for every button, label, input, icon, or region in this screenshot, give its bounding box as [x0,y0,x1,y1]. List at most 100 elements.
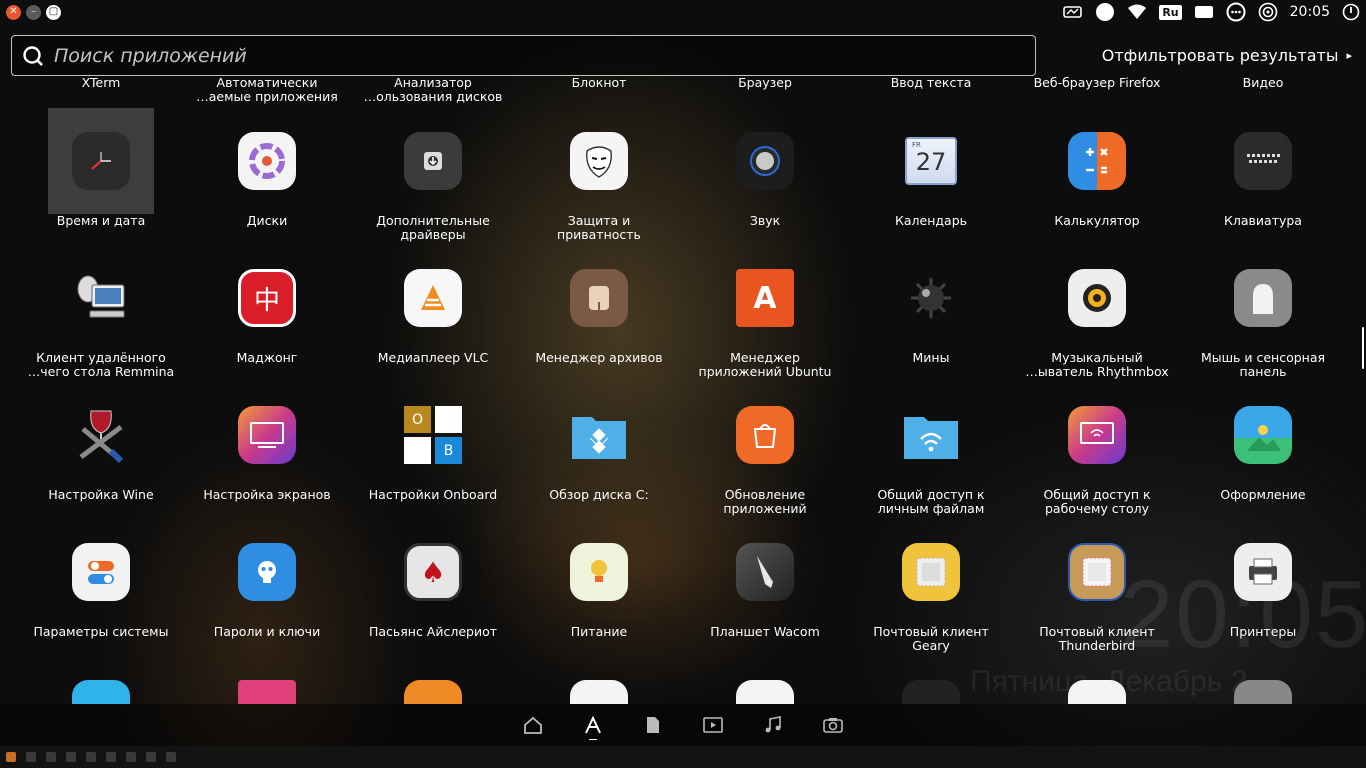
app-label[interactable]: Анализатор …ользования дисков [350,76,516,104]
mask-icon [570,132,628,190]
power-icon[interactable] [1342,3,1360,21]
close-icon[interactable]: ✕ [6,4,21,20]
app-tile-rhythmbox[interactable]: Музыкальный …ыватель Rhythmbox [1014,245,1180,382]
app-tile-calendar[interactable]: FR 27 Календарь [848,108,1014,245]
chat-icon[interactable] [1226,2,1246,22]
scrollbar[interactable] [1362,327,1364,369]
app-tile-time-date[interactable]: Время и дата [18,108,184,245]
app-tile-partial[interactable] [350,656,516,704]
minimize-icon[interactable]: – [26,4,41,20]
app-tile-mines[interactable]: Мины [848,245,1014,382]
search-bar[interactable] [11,35,1036,76]
applications-lens-icon[interactable] [563,704,623,746]
panel-clock[interactable]: 20:05 [1290,4,1330,20]
app-tile-personal-file-sharing[interactable]: Общий доступ к личным файлам [848,382,1014,519]
app-label[interactable]: Веб-браузер Firefox [1014,76,1180,90]
maximize-icon[interactable]: ▢ [46,4,61,20]
launcher-icon[interactable] [6,752,16,762]
music-lens-icon[interactable] [743,704,803,746]
app-tile-partial[interactable] [184,656,350,704]
photos-lens-icon[interactable] [803,704,863,746]
app-tile-archive-manager[interactable]: Менеджер архивов [516,245,682,382]
settings-toggles-icon [72,543,130,601]
app-tile-calculator[interactable]: Калькулятор [1014,108,1180,245]
app-tile-wine-config[interactable]: Настройка Wine [18,382,184,519]
mail-stamp-icon [1068,543,1126,601]
workspace-indicator[interactable] [66,752,76,762]
app-tile-power[interactable]: Питание [516,519,682,656]
app-label: Клиент удалённого …чего стола Remmina [27,350,175,379]
search-input[interactable] [54,44,1035,67]
app-label[interactable]: XTerm [18,76,184,90]
wifi-icon[interactable] [1127,4,1147,20]
home-lens-icon[interactable] [503,704,563,746]
app-tile-partial[interactable] [682,656,848,704]
app-tile-keyboard[interactable]: Клавиатура [1180,108,1346,245]
workspace-indicator[interactable] [26,752,36,762]
skull-key-icon [238,543,296,601]
app-tile-remmina[interactable]: Клиент удалённого …чего стола Remmina [18,245,184,382]
app-tile-ubuntu-software[interactable]: A Менеджер приложений Ubuntu [682,245,848,382]
app-tile-partial[interactable] [1180,656,1346,704]
app-tile-additional-drivers[interactable]: Дополнительные драйверы [350,108,516,245]
app-tile-aisleriot[interactable]: ♠ Пасьянс Айслериот [350,519,516,656]
workspace-indicator[interactable] [166,752,176,762]
mine-icon [902,269,960,327]
battery-icon[interactable] [1063,5,1083,19]
app-tile-wacom-tablet[interactable]: Планшет Wacom [682,519,848,656]
battery-status-icon[interactable] [1194,5,1214,19]
vlc-cone-icon [404,269,462,327]
app-tile-sound[interactable]: Звук [682,108,848,245]
app-tile-partial[interactable] [848,656,1014,704]
app-label[interactable]: Браузер [682,76,848,90]
app-tile-onboard-settings[interactable]: O B Настройки Onboard [350,382,516,519]
keyboard-icon [1234,132,1292,190]
app-tile-mouse-touchpad[interactable]: Мышь и сенсорная панель [1180,245,1346,382]
app-label: Музыкальный …ыватель Rhythmbox [1025,350,1169,379]
app-label: Настройка экранов [203,487,331,502]
spade-card-icon: ♠ [404,543,462,601]
mail-stamp-icon [902,543,960,601]
app-tile-printers[interactable]: Принтеры [1180,519,1346,656]
app-tile-vlc[interactable]: Медиаплеер VLC [350,245,516,382]
app-tile-software-updater[interactable]: Обновление приложений [682,382,848,519]
app-tile-system-settings[interactable]: Параметры системы [18,519,184,656]
app-tile-desktop-sharing[interactable]: Общий доступ к рабочему столу [1014,382,1180,519]
app-label: Мины [912,350,950,365]
sound-icon[interactable] [1258,2,1278,22]
calendar-icon: FR 27 [902,132,960,190]
app-label: Календарь [895,213,967,228]
app-tile-passwords-keys[interactable]: Пароли и ключи [184,519,350,656]
video-lens-icon[interactable] [683,704,743,746]
app-label: Питание [570,624,628,639]
app-label: Звук [749,213,781,228]
workspace-indicator[interactable] [126,752,136,762]
app-tile-privacy[interactable]: Защита и приватность [516,108,682,245]
app-tile-partial[interactable] [18,656,184,704]
app-row: Параметры системы Пароли и ключи ♠ Пасья… [18,519,1346,656]
workspace-indicator[interactable] [106,752,116,762]
onboard-key-b: B [435,437,462,464]
app-tile-displays[interactable]: Настройка экранов [184,382,350,519]
app-tile-drive-c[interactable]: Обзор диска C: [516,382,682,519]
app-label[interactable]: Автоматически …аемые приложения [184,76,350,104]
workspace-indicator[interactable] [86,752,96,762]
workspace-indicator[interactable] [46,752,56,762]
filter-results-button[interactable]: Отфильтровать результаты ▸ [1102,46,1352,65]
app-label[interactable]: Блокнот [516,76,682,90]
app-label: Настройки Onboard [368,487,498,502]
app-tile-thunderbird[interactable]: Почтовый клиент Thunderbird [1014,519,1180,656]
app-tile-partial[interactable] [516,656,682,704]
keyboard-layout-indicator[interactable]: Ru [1159,4,1182,20]
app-tile-mahjongg[interactable]: 中 Маджонг [184,245,350,382]
app-label[interactable]: Ввод текста [848,76,1014,90]
files-lens-icon[interactable] [623,704,683,746]
app-tile-appearance[interactable]: Оформление [1180,382,1346,519]
app-label[interactable]: Видео [1180,76,1346,90]
app-tile-disks[interactable]: Диски [184,108,350,245]
app-label: Планшет Wacom [710,624,820,639]
app-tile-partial[interactable] [1014,656,1180,704]
messaging-icon[interactable] [1095,2,1115,22]
workspace-indicator[interactable] [146,752,156,762]
app-tile-geary[interactable]: Почтовый клиент Geary [848,519,1014,656]
